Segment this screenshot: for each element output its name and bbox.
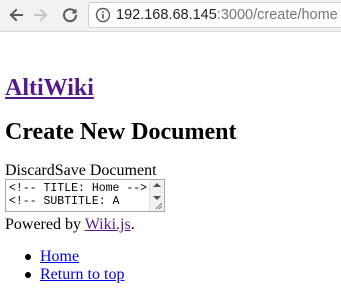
- home-link[interactable]: Home: [40, 248, 79, 265]
- powered-by-suffix: .: [130, 216, 135, 233]
- arrow-right-icon: [34, 8, 48, 22]
- list-item: Return to top: [5, 266, 124, 284]
- action-bar: DiscardSave Document: [5, 163, 157, 179]
- reload-button[interactable]: [60, 5, 80, 25]
- return-to-top-link[interactable]: Return to top: [40, 266, 124, 283]
- browser-toolbar: 192.168.68.145:3000/create/home: [0, 0, 341, 32]
- forward-button[interactable]: [31, 5, 51, 25]
- info-icon[interactable]: [95, 7, 111, 23]
- discard-button[interactable]: Discard: [5, 162, 55, 179]
- resize-grip-icon[interactable]: [155, 202, 163, 210]
- arrow-left-icon: [9, 8, 23, 22]
- footer-links: Home Return to top: [5, 248, 124, 284]
- wikijs-link[interactable]: Wiki.js: [85, 216, 131, 233]
- markdown-editor[interactable]: <!-- TITLE: Home --> <!-- SUBTITLE: A: [5, 179, 165, 212]
- back-button[interactable]: [6, 5, 26, 25]
- bullet-icon: [25, 254, 31, 260]
- site-title-link[interactable]: AltiWiki: [5, 75, 94, 101]
- address-bar[interactable]: 192.168.68.145:3000/create/home: [88, 2, 341, 28]
- scroll-down-icon[interactable]: [153, 196, 161, 200]
- save-document-button[interactable]: Save Document: [55, 162, 157, 179]
- list-item: Home: [5, 248, 124, 266]
- reload-icon: [63, 8, 78, 23]
- scroll-up-icon[interactable]: [153, 183, 161, 187]
- url-text[interactable]: 192.168.68.145:3000/create/home: [116, 3, 338, 27]
- page-title: Create New Document: [5, 119, 237, 145]
- editor-content[interactable]: <!-- TITLE: Home --> <!-- SUBTITLE: A: [9, 182, 147, 208]
- url-host: 192.168.68.145: [116, 7, 217, 23]
- url-path: :3000/create/home: [216, 7, 338, 23]
- bullet-icon: [25, 272, 31, 278]
- site-title: AltiWiki: [5, 74, 94, 102]
- powered-by: Powered by Wiki.js.: [5, 217, 135, 233]
- powered-by-label: Powered by: [5, 216, 85, 233]
